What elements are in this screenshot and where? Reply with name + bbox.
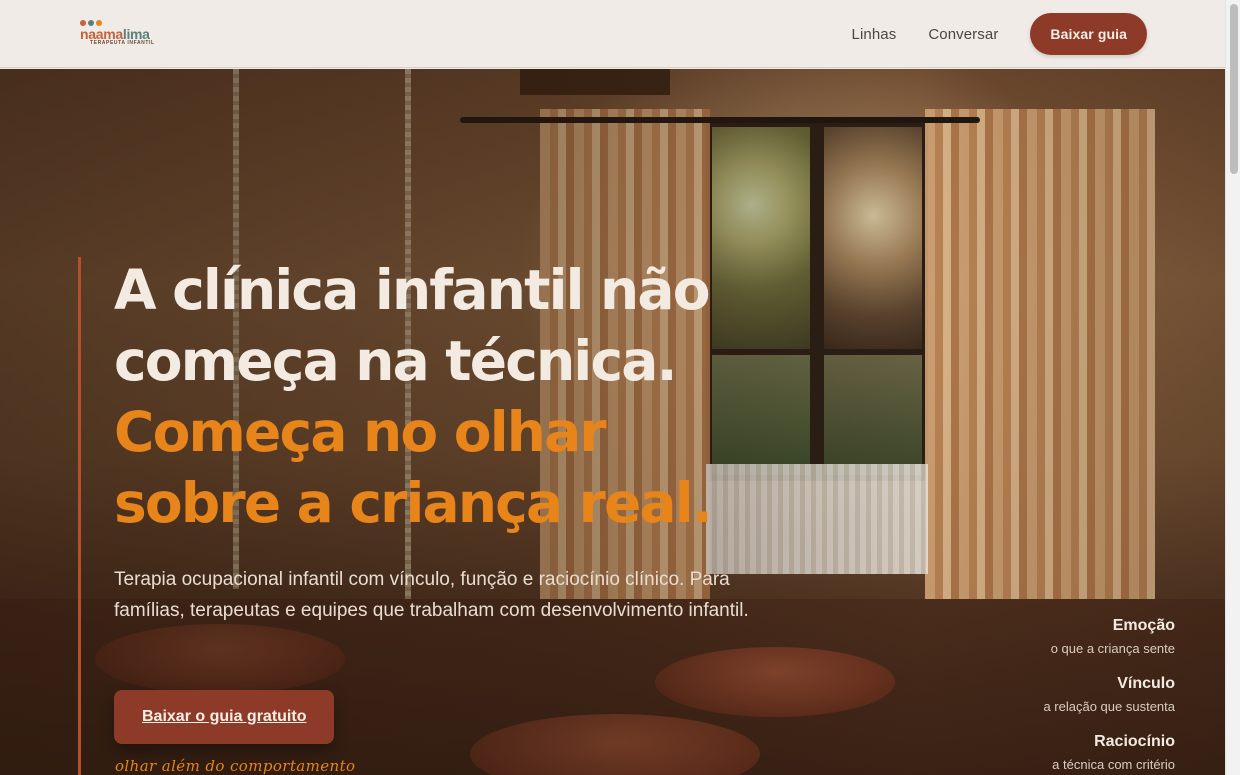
pillar-title: Raciocínio [1094,733,1175,750]
scrollbar-thumb[interactable] [1230,4,1238,174]
logo-subtitle: TERAPEUTA INFANTIL [90,40,155,46]
site-header: naamalima TERAPEUTA INFANTIL Linhas Conv… [0,0,1225,68]
main-nav: Linhas Conversar Baixar guia [852,13,1147,55]
download-guide-button[interactable]: Baixar guia [1030,13,1147,55]
nav-link-linhas[interactable]: Linhas [852,26,897,43]
page-scrollbar[interactable] [1225,0,1240,775]
pillar-desc: o que a criança sente [1050,641,1175,656]
pillar-desc: a relação que sustenta [1043,699,1175,714]
headline-accent-line-1: Começa no olhar [114,400,607,464]
hero-headline: A clínica infantil não começa na técnica… [114,255,814,539]
download-free-guide-button[interactable]: Baixar o guia gratuito [114,690,335,744]
pillar-title: Emoção [1112,617,1175,634]
hero-tagline: olhar além do comportamento [115,757,356,775]
page-viewport: naamalima TERAPEUTA INFANTIL Linhas Conv… [0,0,1225,775]
pillar-title: Vínculo [1117,675,1175,692]
nav-link-conversar[interactable]: Conversar [928,26,998,43]
pillar-vinculo: Vínculo a relação que sustenta [1043,675,1175,714]
headline-line-2: começa na técnica. [114,329,678,393]
headline-accent-line-2: sobre a criança real. [114,471,713,535]
pillar-emocao: Emoção o que a criança sente [1043,617,1175,656]
hero-pillars: Emoção o que a criança sente Vínculo a r… [1043,617,1175,775]
headline-line-1: A clínica infantil não [114,258,711,322]
hero-subtitle: Terapia ocupacional infantil com vínculo… [114,569,749,621]
brand-logo[interactable]: naamalima TERAPEUTA INFANTIL [80,20,162,50]
pillar-raciocinio: Raciocínio a técnica com critério [1043,733,1175,772]
hero-accent-line [78,257,81,775]
pillar-desc: a técnica com critério [1052,757,1175,772]
hero-section: A clínica infantil não começa na técnica… [0,69,1225,775]
